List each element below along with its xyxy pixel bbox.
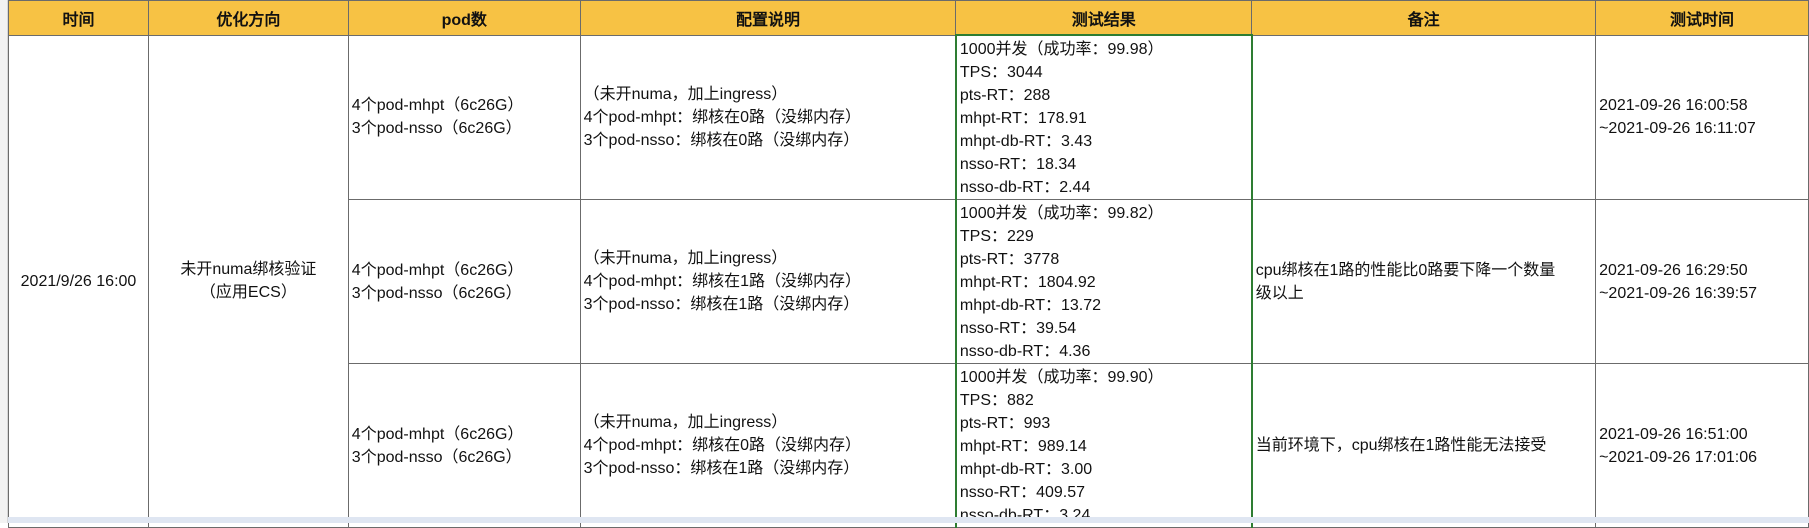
test-time-line: ~2021-09-26 16:39:57 [1599,284,1757,302]
result-line: TPS：229 [959,228,1034,245]
test-time-cell[interactable]: 2021-09-26 16:29:50 ~2021-09-26 16:39:57 [1595,199,1809,364]
direction-line: 未开numa绑核验证 [180,261,317,279]
note-line: cpu绑核在1路的性能比0路要下降一个数量 [1255,261,1556,279]
config-line: （未开numa，加上ingress） [583,85,788,103]
test-time-line: 2021-09-26 16:29:50 [1599,261,1748,279]
note-cell[interactable]: 当前环境下，cpu绑核在1路性能无法接受 [1251,363,1597,528]
result-line: nsso-db-RT：4.36 [959,343,1091,360]
result-line: nsso-RT：39.54 [959,320,1077,337]
result-line: TPS：882 [959,392,1034,409]
pods-line: 3个pod-nsso（6c26G） [351,284,522,302]
pods-cell[interactable]: 4个pod-mhpt（6c26G） 3个pod-nsso（6c26G） [347,199,581,364]
result-line: nsso-db-RT：2.44 [959,179,1091,196]
result-line: nsso-RT：409.57 [959,484,1086,501]
time-cell[interactable]: 2021/9/26 16:00 [8,34,149,528]
config-cell[interactable]: （未开numa，加上ingress） 4个pod-mhpt：绑核在0路（没绑内存… [579,34,957,200]
note-cell[interactable]: cpu绑核在1路的性能比0路要下降一个数量 级以上 [1251,199,1597,364]
results-cell[interactable]: 1000并发（成功率：99.82） TPS：229 pts-RT：3778 mh… [954,199,1253,364]
header-cell-config[interactable]: 配置说明 [579,0,957,36]
test-time-cell[interactable]: 2021-09-26 16:51:00 ~2021-09-26 17:01:06 [1595,363,1809,528]
config-line: （未开numa，加上ingress） [583,414,788,431]
results-cell[interactable]: 1000并发（成功率：99.90） TPS：882 pts-RT：993 mhp… [954,363,1253,528]
results-cell[interactable]: 1000并发（成功率：99.98） TPS：3044 pts-RT：288 mh… [954,34,1253,200]
table-row: 2021/9/26 16:00 未开numa绑核验证 （应用ECS） 4个pod… [8,34,1809,528]
note-line: 级以上 [1255,284,1304,302]
result-line: pts-RT：993 [959,415,1051,432]
config-line: 3个pod-nsso：绑核在1路（没绑内存） [583,296,860,313]
result-line: mhpt-db-RT：13.72 [959,297,1102,314]
pods-line: 4个pod-mhpt（6c26G） [351,97,524,115]
result-line: 1000并发（成功率：99.82） [959,205,1164,222]
config-line: 4个pod-mhpt：绑核在0路（没绑内存） [583,437,862,454]
header-cell-test-time[interactable]: 测试时间 [1595,0,1809,36]
header-cell-results[interactable]: 测试结果 [955,0,1253,36]
pods-line: 3个pod-nsso（6c26G） [351,448,522,466]
config-line: （未开numa，加上ingress） [583,250,788,267]
config-line: 3个pod-nsso：绑核在0路（没绑内存） [583,131,860,149]
pods-line: 4个pod-mhpt（6c26G） [351,261,524,279]
result-line: mhpt-RT：178.91 [959,110,1087,127]
pods-cell[interactable]: 4个pod-mhpt（6c26G） 3个pod-nsso（6c26G） [347,34,581,200]
result-line: mhpt-RT：1804.92 [959,274,1096,291]
direction-line: （应用ECS） [199,284,297,302]
test-results-table: 时间 优化方向 pod数 配置说明 测试结果 备注 测试时间 2021/9/26… [8,0,1809,528]
header-row: 时间 优化方向 pod数 配置说明 测试结果 备注 测试时间 [8,0,1809,36]
test-time-line: ~2021-09-26 16:11:07 [1599,120,1756,138]
pods-cell[interactable]: 4个pod-mhpt（6c26G） 3个pod-nsso（6c26G） [347,363,581,528]
test-time-line: ~2021-09-26 17:01:06 [1599,448,1757,466]
note-line: 当前环境下，cpu绑核在1路性能无法接受 [1255,437,1547,454]
direction-cell[interactable]: 未开numa绑核验证 （应用ECS） [147,34,349,528]
header-cell-direction[interactable]: 优化方向 [147,0,349,36]
config-line: 4个pod-mhpt：绑核在1路（没绑内存） [583,273,862,290]
header-cell-note[interactable]: 备注 [1251,0,1597,36]
config-line: 4个pod-mhpt：绑核在0路（没绑内存） [583,108,862,126]
result-line: mhpt-RT：989.14 [959,438,1087,455]
test-time-cell[interactable]: 2021-09-26 16:00:58 ~2021-09-26 16:11:07 [1595,34,1809,200]
pods-line: 4个pod-mhpt（6c26G） [351,425,524,443]
header-cell-time[interactable]: 时间 [8,0,149,36]
row-header-strip [0,0,8,523]
result-line: nsso-db-RT：3.24 [959,507,1091,524]
test-time-line: 2021-09-26 16:00:58 [1599,97,1748,115]
next-row-partial [8,517,1809,523]
config-cell[interactable]: （未开numa，加上ingress） 4个pod-mhpt：绑核在1路（没绑内存… [579,199,957,364]
spreadsheet: 时间 优化方向 pod数 配置说明 测试结果 备注 测试时间 2021/9/26… [8,0,1809,528]
test-time-line: 2021-09-26 16:51:00 [1599,425,1748,443]
result-line: pts-RT：3778 [959,251,1060,268]
result-line: TPS：3044 [959,64,1043,81]
result-line: 1000并发（成功率：99.98） [959,41,1164,58]
pods-line: 3个pod-nsso（6c26G） [351,120,522,138]
result-line: mhpt-db-RT：3.43 [959,133,1093,150]
result-line: mhpt-db-RT：3.00 [959,461,1093,478]
result-line: pts-RT：288 [959,87,1051,104]
config-cell[interactable]: （未开numa，加上ingress） 4个pod-mhpt：绑核在0路（没绑内存… [579,363,957,528]
note-cell[interactable] [1251,34,1597,200]
config-line: 3个pod-nsso：绑核在1路（没绑内存） [583,460,860,477]
result-line: 1000并发（成功率：99.90） [959,369,1164,386]
result-line: nsso-RT：18.34 [959,156,1077,173]
header-cell-pods[interactable]: pod数 [347,0,581,36]
